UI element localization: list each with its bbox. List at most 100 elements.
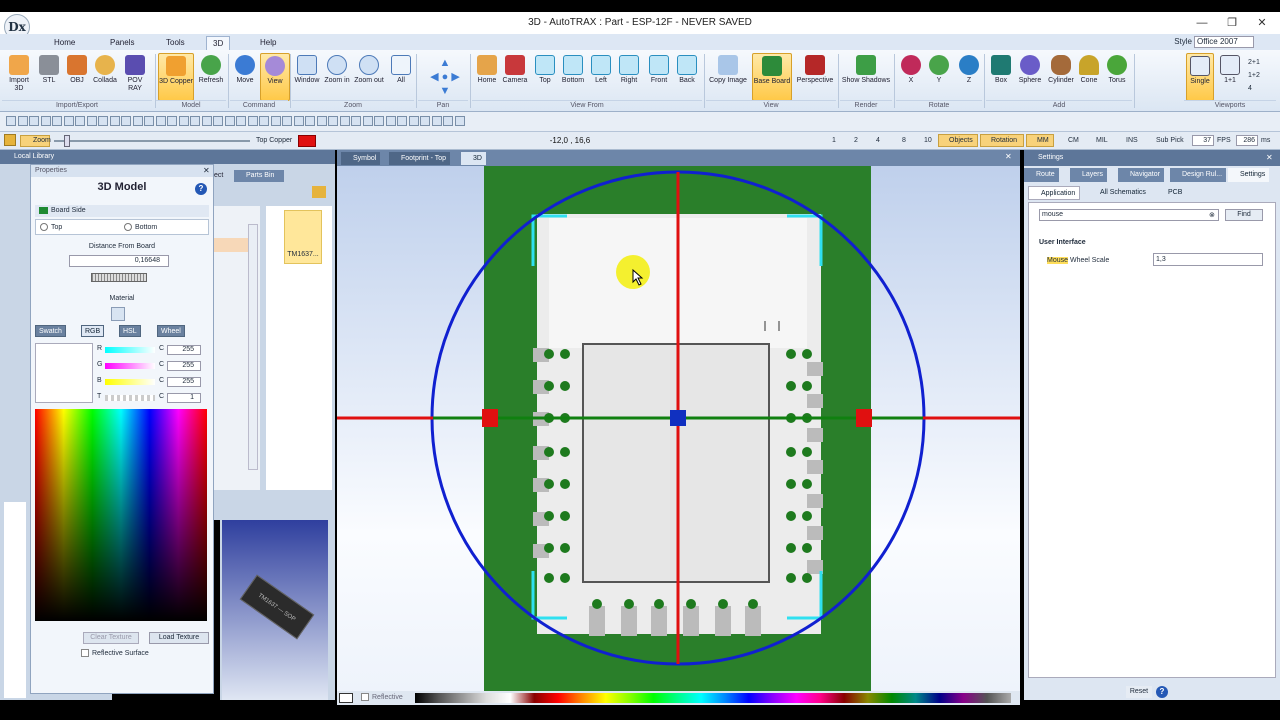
current-color-swatch[interactable] xyxy=(339,693,353,703)
tab-home[interactable]: Home xyxy=(48,36,81,50)
layout-2-1[interactable]: 2+1 xyxy=(1248,56,1260,69)
toolbar-tool-icon[interactable] xyxy=(397,116,407,126)
rotate-z-button[interactable]: Z xyxy=(954,53,984,101)
view-front-button[interactable]: Front xyxy=(644,53,674,101)
color-spectrum[interactable] xyxy=(35,409,207,621)
pan-arrows-icon[interactable]: ▲ ◀ ● ▶ ▼ xyxy=(422,56,468,98)
minimize-icon[interactable]: — xyxy=(1188,14,1216,32)
toolbar-tool-icon[interactable] xyxy=(29,116,39,126)
center-handle[interactable] xyxy=(670,410,686,426)
help-icon[interactable]: ? xyxy=(1156,686,1168,698)
zoom-all-button[interactable]: All xyxy=(386,53,416,101)
toolbar-tool-icon[interactable] xyxy=(178,116,189,126)
eyedropper-icon[interactable] xyxy=(111,307,125,321)
show-shadows-button[interactable]: Show Shadows xyxy=(840,53,892,101)
layer-2[interactable]: 2 xyxy=(854,135,858,147)
tab-tools[interactable]: Tools xyxy=(160,36,191,50)
clear-search-icon[interactable]: ⊗ xyxy=(1209,211,1215,219)
layer-4[interactable]: 4 xyxy=(876,135,880,147)
rotate-y-button[interactable]: Y xyxy=(924,53,954,101)
close-icon[interactable]: ✕ xyxy=(1266,153,1273,162)
refresh-button[interactable]: Refresh xyxy=(196,53,226,101)
find-button[interactable]: Find xyxy=(1225,209,1263,221)
view-bottom-button[interactable]: Bottom xyxy=(558,53,588,101)
cm-toggle[interactable]: CM xyxy=(1068,135,1079,147)
view-home-button[interactable]: Home xyxy=(472,53,502,101)
layout-4[interactable]: 4 xyxy=(1248,82,1260,95)
style-select[interactable]: Office 2007 xyxy=(1194,36,1254,48)
reset-button[interactable]: Reset xyxy=(1126,686,1152,698)
red-slider[interactable] xyxy=(105,347,155,353)
mil-toggle[interactable]: MIL xyxy=(1096,135,1108,147)
reflective-surface-option[interactable]: Reflective Surface xyxy=(81,649,149,657)
stl-button[interactable]: STL xyxy=(34,53,64,101)
part-thumbnail[interactable]: TM1637... xyxy=(284,210,322,264)
folder-icon[interactable] xyxy=(4,134,16,146)
toolbar-tool-icon[interactable] xyxy=(443,116,453,126)
tab-help[interactable]: Help xyxy=(254,36,282,50)
toolbar-tool-icon[interactable] xyxy=(86,116,97,126)
move-button[interactable]: Move xyxy=(230,53,260,101)
x-axis-handle-right[interactable] xyxy=(856,409,872,427)
toolbar-tool-icon[interactable] xyxy=(339,116,350,126)
help-icon[interactable]: ? xyxy=(195,183,207,195)
transparency-value[interactable]: 1 xyxy=(167,393,201,403)
copy-image-button[interactable]: Copy Image xyxy=(706,53,750,101)
reflective-toggle[interactable]: Reflective xyxy=(361,693,403,703)
red-value[interactable]: 255 xyxy=(167,345,201,355)
color-tab-wheel[interactable]: Wheel xyxy=(157,325,185,337)
view-back-button[interactable]: Back xyxy=(672,53,702,101)
settings-search-input[interactable]: mouse xyxy=(1039,209,1219,221)
green-value[interactable]: 255 xyxy=(167,361,201,371)
rotate-x-button[interactable]: X xyxy=(896,53,926,101)
zoom-in-button[interactable]: Zoom in xyxy=(322,53,352,101)
transparency-slider[interactable] xyxy=(105,395,155,401)
toolbar-tool-icon[interactable] xyxy=(224,116,235,126)
add-torus-button[interactable]: Torus xyxy=(1102,53,1132,101)
load-texture-button[interactable]: Load Texture xyxy=(149,632,209,644)
add-sphere-button[interactable]: Sphere xyxy=(1014,53,1046,101)
zoom-window-button[interactable]: Window xyxy=(292,53,322,101)
toolbar-tool-icon[interactable] xyxy=(109,116,120,126)
toolbar-tool-icon[interactable] xyxy=(270,116,281,126)
tab-route[interactable]: Route xyxy=(1024,168,1059,182)
toolbar-tool-icon[interactable] xyxy=(144,116,154,126)
parts-scrollbar[interactable] xyxy=(248,224,258,470)
3d-copper-button[interactable]: 3D Copper xyxy=(158,53,194,101)
toolbar-tool-icon[interactable] xyxy=(98,116,108,126)
add-cylinder-button[interactable]: Cylinder xyxy=(1046,53,1076,101)
color-tab-hsl[interactable]: HSL xyxy=(119,325,141,337)
toolbar-tool-icon[interactable] xyxy=(190,116,200,126)
tab-design-rules[interactable]: Design Rul... xyxy=(1170,168,1227,182)
color-tab-rgb[interactable]: RGB xyxy=(81,325,105,337)
camera-button[interactable]: Camera xyxy=(500,53,530,101)
parts-list-selected-row[interactable] xyxy=(214,238,248,252)
toolbar-tool-icon[interactable] xyxy=(316,116,327,126)
tab-3d[interactable]: 3D xyxy=(206,36,231,50)
single-viewport-button[interactable]: Single xyxy=(1186,53,1214,101)
subtab-application[interactable]: Application xyxy=(1028,186,1081,200)
layout-1-2[interactable]: 1+2 xyxy=(1248,69,1260,82)
bottom-radio[interactable]: Bottom xyxy=(124,223,157,231)
sub-pick-toggle[interactable]: Sub Pick xyxy=(1156,135,1184,147)
zoom-slider[interactable] xyxy=(54,140,250,142)
maximize-icon[interactable]: ❐ xyxy=(1218,14,1246,32)
toolbar-tool-icon[interactable] xyxy=(385,116,396,126)
perspective-button[interactable]: Perspective xyxy=(794,53,836,101)
tab-navigator[interactable]: Navigator xyxy=(1118,168,1164,182)
toolbar-tool-icon[interactable] xyxy=(420,116,430,126)
toolbar-tool-icon[interactable] xyxy=(6,116,16,126)
blue-value[interactable]: 255 xyxy=(167,377,201,387)
toolbar-tool-icon[interactable] xyxy=(328,116,338,126)
toolbar-tool-icon[interactable] xyxy=(17,116,28,126)
green-slider[interactable] xyxy=(105,363,155,369)
toolbar-tool-icon[interactable] xyxy=(259,116,269,126)
toolbar-tool-icon[interactable] xyxy=(52,116,62,126)
blue-slider[interactable] xyxy=(105,379,155,385)
close-icon[interactable]: ✕ xyxy=(1005,152,1012,161)
palette-swatches[interactable] xyxy=(415,693,1011,703)
clear-texture-button[interactable]: Clear Texture xyxy=(83,632,139,644)
subtab-all-schematics[interactable]: All Schematics xyxy=(1088,186,1150,200)
library-tab-parts-bin[interactable]: Parts Bin xyxy=(234,170,284,182)
top-radio[interactable]: Top xyxy=(40,223,62,231)
